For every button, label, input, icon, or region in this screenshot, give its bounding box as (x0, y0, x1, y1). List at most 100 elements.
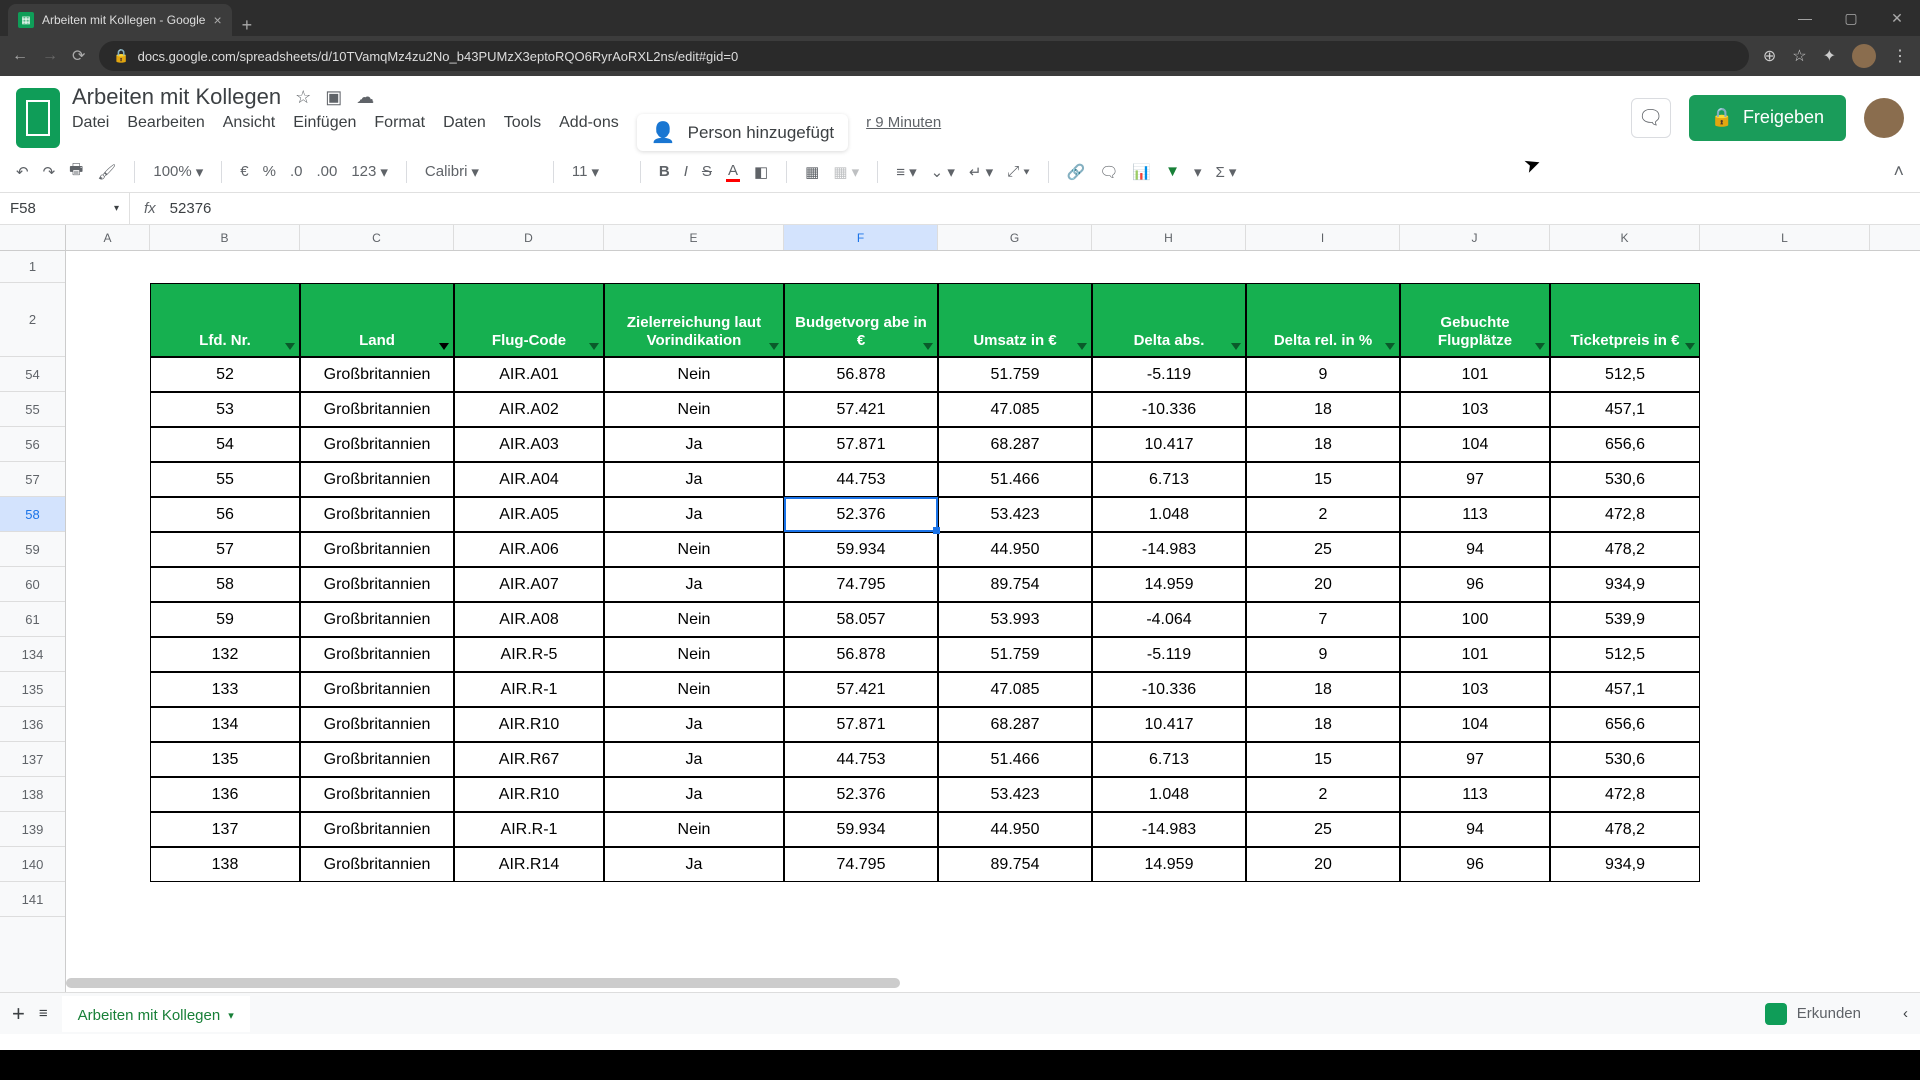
cell-G139[interactable]: 44.950 (938, 812, 1092, 847)
zoom-select[interactable]: 100% ▾ (153, 163, 203, 181)
col-header-L[interactable]: L (1700, 225, 1870, 250)
cell-H54[interactable]: -5.119 (1092, 357, 1246, 392)
header-B[interactable]: Lfd. Nr. (150, 283, 300, 357)
cell-G134[interactable]: 51.759 (938, 637, 1092, 672)
cell-E138[interactable]: Ja (604, 777, 784, 812)
cell-D136[interactable]: AIR.R10 (454, 707, 604, 742)
cell-I135[interactable]: 18 (1246, 672, 1400, 707)
cell-B55[interactable]: 53 (150, 392, 300, 427)
add-sheet-button[interactable]: + (12, 1001, 25, 1027)
browser-profile-avatar[interactable] (1852, 44, 1876, 68)
row-header-141[interactable]: 141 (0, 882, 65, 917)
cell-J60[interactable]: 96 (1400, 567, 1550, 602)
header-D[interactable]: Flug-Code (454, 283, 604, 357)
merge-button[interactable]: ▦ ▾ (833, 163, 859, 181)
cell-J57[interactable]: 97 (1400, 462, 1550, 497)
last-edit-text[interactable]: r 9 Minuten (866, 114, 941, 151)
cell-J138[interactable]: 113 (1400, 777, 1550, 812)
cell-F59[interactable]: 59.934 (784, 532, 938, 567)
reload-icon[interactable]: ⟳ (72, 46, 85, 66)
row-header-54[interactable]: 54 (0, 357, 65, 392)
italic-button[interactable]: I (684, 163, 688, 180)
cell-D54[interactable]: AIR.A01 (454, 357, 604, 392)
cell-C54[interactable]: Großbritannien (300, 357, 454, 392)
cell-C59[interactable]: Großbritannien (300, 532, 454, 567)
cell-K136[interactable]: 656,6 (1550, 707, 1700, 742)
row-header-55[interactable]: 55 (0, 392, 65, 427)
header-C[interactable]: Land (300, 283, 454, 357)
cell-E58[interactable]: Ja (604, 497, 784, 532)
cell-I138[interactable]: 2 (1246, 777, 1400, 812)
cell-C138[interactable]: Großbritannien (300, 777, 454, 812)
link-icon[interactable]: 🔗 (1067, 163, 1086, 181)
cell-C61[interactable]: Großbritannien (300, 602, 454, 637)
filter-icon[interactable] (1385, 343, 1395, 350)
cell-K60[interactable]: 934,9 (1550, 567, 1700, 602)
filter-icon[interactable] (589, 343, 599, 350)
cell-I55[interactable]: 18 (1246, 392, 1400, 427)
cell-C140[interactable]: Großbritannien (300, 847, 454, 882)
cell-B135[interactable]: 133 (150, 672, 300, 707)
cell-F138[interactable]: 52.376 (784, 777, 938, 812)
cell-J54[interactable]: 101 (1400, 357, 1550, 392)
cell-F140[interactable]: 74.795 (784, 847, 938, 882)
borders-icon[interactable]: ▦ (805, 163, 819, 181)
cell-B58[interactable]: 56 (150, 497, 300, 532)
row-header-57[interactable]: 57 (0, 462, 65, 497)
bold-button[interactable]: B (659, 163, 670, 180)
cell-H140[interactable]: 14.959 (1092, 847, 1246, 882)
header-E[interactable]: Zielerreichung laut Vorindikation (604, 283, 784, 357)
cell-I140[interactable]: 20 (1246, 847, 1400, 882)
cell-I59[interactable]: 25 (1246, 532, 1400, 567)
all-sheets-button[interactable]: ≡ (39, 1005, 48, 1022)
doc-title[interactable]: Arbeiten mit Kollegen (72, 84, 281, 110)
filter-icon[interactable] (1077, 343, 1087, 350)
formula-value[interactable]: 52376 (170, 200, 212, 217)
increase-decimal-button[interactable]: .00 (316, 163, 337, 180)
star-doc-icon[interactable]: ☆ (295, 87, 311, 108)
cell-E55[interactable]: Nein (604, 392, 784, 427)
cell-B57[interactable]: 55 (150, 462, 300, 497)
undo-icon[interactable]: ↶ (16, 163, 29, 181)
spreadsheet-grid[interactable]: ABCDEFGHIJKL 125455565758596061134135136… (0, 225, 1920, 1034)
cell-H138[interactable]: 1.048 (1092, 777, 1246, 812)
zoom-icon[interactable]: ⊕ (1763, 46, 1776, 66)
url-input[interactable]: 🔒 docs.google.com/spreadsheets/d/10TVamq… (99, 41, 1748, 71)
side-panel-toggle-icon[interactable]: ‹ (1903, 1005, 1908, 1022)
cell-I54[interactable]: 9 (1246, 357, 1400, 392)
cell-J134[interactable]: 101 (1400, 637, 1550, 672)
textcolor-button[interactable]: A (726, 162, 740, 182)
cell-C55[interactable]: Großbritannien (300, 392, 454, 427)
cell-I58[interactable]: 2 (1246, 497, 1400, 532)
header-G[interactable]: Umsatz in € (938, 283, 1092, 357)
row-header-60[interactable]: 60 (0, 567, 65, 602)
cell-H135[interactable]: -10.336 (1092, 672, 1246, 707)
cell-K58[interactable]: 472,8 (1550, 497, 1700, 532)
explore-button[interactable]: Erkunden (1751, 997, 1875, 1031)
cell-G138[interactable]: 53.423 (938, 777, 1092, 812)
filter-icon[interactable] (1535, 343, 1545, 350)
cell-F56[interactable]: 57.871 (784, 427, 938, 462)
filter-icon[interactable]: ▼ (1165, 163, 1180, 180)
numberformat-select[interactable]: 123▾ (351, 163, 388, 181)
row-header-139[interactable]: 139 (0, 812, 65, 847)
col-header-H[interactable]: H (1092, 225, 1246, 250)
paintformat-icon[interactable]: 🖌 (97, 163, 116, 181)
header-F[interactable]: Budgetvorg abe in € (784, 283, 938, 357)
cell-D59[interactable]: AIR.A06 (454, 532, 604, 567)
cell-E134[interactable]: Nein (604, 637, 784, 672)
cell-G58[interactable]: 53.423 (938, 497, 1092, 532)
cell-F61[interactable]: 58.057 (784, 602, 938, 637)
cell-C139[interactable]: Großbritannien (300, 812, 454, 847)
cell-D138[interactable]: AIR.R10 (454, 777, 604, 812)
cell-B60[interactable]: 58 (150, 567, 300, 602)
horizontal-scrollbar[interactable] (66, 976, 1880, 990)
sheet-tab-active[interactable]: Arbeiten mit Kollegen▾ (62, 996, 250, 1032)
cell-E139[interactable]: Nein (604, 812, 784, 847)
rotate-button[interactable]: ⤢ ▾ (1007, 163, 1029, 180)
filter-icon[interactable] (1231, 343, 1241, 350)
cell-I139[interactable]: 25 (1246, 812, 1400, 847)
cell-D56[interactable]: AIR.A03 (454, 427, 604, 462)
maximize-icon[interactable]: ▢ (1828, 0, 1874, 36)
cell-J136[interactable]: 104 (1400, 707, 1550, 742)
